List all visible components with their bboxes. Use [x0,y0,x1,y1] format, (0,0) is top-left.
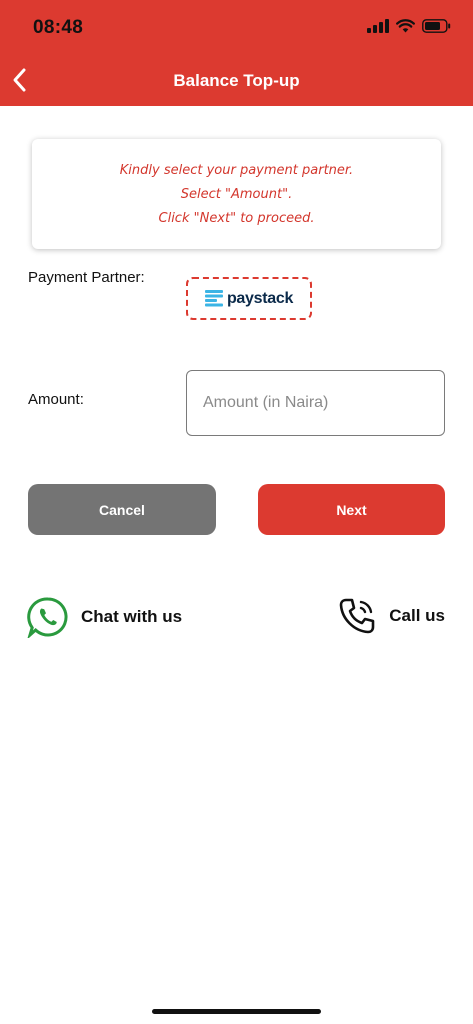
cellular-signal-icon [367,19,389,33]
chat-with-us-button[interactable]: Chat with us [27,596,182,638]
next-button[interactable]: Next [258,484,445,535]
home-indicator[interactable] [152,1009,321,1014]
paystack-wordmark: paystack [226,289,294,307]
amount-label: Amount: [28,391,84,408]
paystack-option[interactable]: paystack [186,277,312,320]
instruction-line: Select "Amount". [180,187,293,202]
wifi-icon [396,19,415,33]
instructions-card: Kindly select your payment partner. Sele… [32,139,441,249]
paystack-logo-icon [204,290,223,307]
payment-partner-label: Payment Partner: [28,269,145,286]
chat-with-us-label: Chat with us [81,607,183,626]
call-us-button[interactable]: Call us [337,596,445,636]
instruction-line: Kindly select your payment partner. [119,163,354,178]
instruction-line: Click "Next" to proceed. [158,211,315,226]
whatsapp-icon [27,597,68,638]
cancel-button[interactable]: Cancel [28,484,216,535]
status-time: 08:48 [33,17,84,38]
amount-input[interactable] [186,370,445,436]
header-bar: 08:48 Balance Top-up [0,0,473,106]
status-icons [367,19,451,33]
phone-call-icon [339,598,375,634]
page-title: Balance Top-up [173,71,300,90]
battery-icon [422,19,451,33]
call-us-label: Call us [389,606,445,625]
